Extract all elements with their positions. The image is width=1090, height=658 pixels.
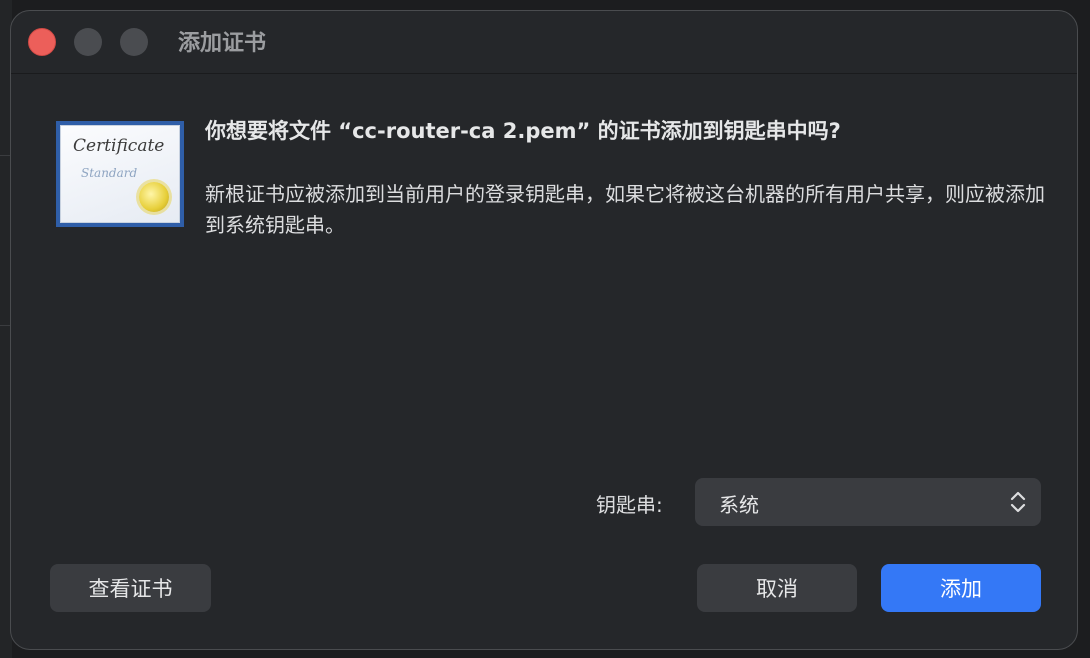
- view-certificate-button[interactable]: 查看证书: [50, 564, 211, 612]
- zoom-window-button[interactable]: [120, 28, 148, 56]
- certificate-icon: Certificate Standard: [56, 121, 184, 227]
- certificate-icon-subtitle: Standard: [81, 166, 138, 180]
- add-certificate-dialog: 添加证书 Certificate Standard 你想要将文件 “cc-rou…: [10, 10, 1078, 650]
- close-window-button[interactable]: [28, 28, 56, 56]
- keychain-label: 钥匙串:: [596, 493, 663, 517]
- minimize-window-button[interactable]: [74, 28, 102, 56]
- window-title: 添加证书: [178, 31, 267, 56]
- certificate-icon-title: Certificate: [73, 136, 165, 156]
- dialog-message: 新根证书应被添加到当前用户的登录钥匙串，如果它将被这台机器的所有用户共享，则应被…: [205, 182, 1045, 237]
- keychain-select[interactable]: 系统: [695, 478, 1041, 526]
- keychain-selected-value: 系统: [719, 493, 759, 517]
- add-button[interactable]: 添加: [881, 564, 1041, 612]
- cancel-button[interactable]: 取消: [697, 564, 857, 612]
- dialog-heading: 你想要将文件 “cc-router-ca 2.pem” 的证书添加到钥匙串中吗?: [205, 119, 841, 143]
- chevron-up-down-icon: [1010, 491, 1026, 513]
- seal-icon: [139, 182, 169, 212]
- title-bar: 添加证书: [11, 11, 1077, 74]
